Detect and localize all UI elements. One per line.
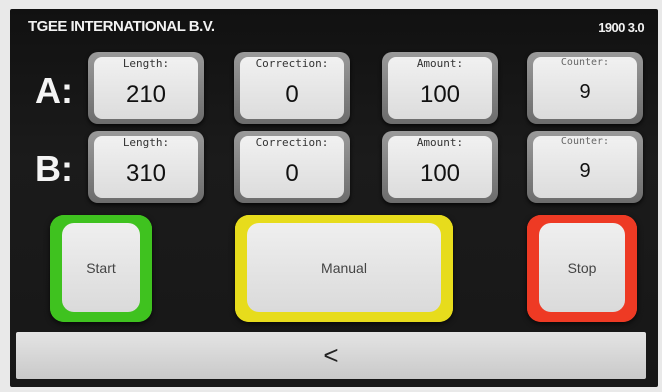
row-a-counter-field: Counter: 9: [527, 52, 643, 124]
field-value: 310: [125, 160, 167, 187]
field-value: 210: [125, 81, 167, 108]
version-label: 1900 3.0: [598, 20, 644, 35]
field-value: 100: [419, 81, 461, 108]
stop-button[interactable]: Stop: [527, 215, 637, 322]
field-value: 0: [285, 81, 299, 108]
start-button[interactable]: Start: [50, 215, 152, 322]
field-label: Correction:: [255, 136, 329, 149]
back-button[interactable]: <: [16, 332, 646, 379]
start-button-label: Start: [62, 223, 140, 312]
row-b-correction-field[interactable]: Correction: 0: [234, 131, 350, 203]
field-label: Counter:: [560, 57, 610, 68]
row-b-label: B:: [35, 148, 73, 189]
company-title: TGEE INTERNATIONAL B.V.: [28, 18, 215, 35]
row-a-correction-field[interactable]: Correction: 0: [234, 52, 350, 124]
field-value: 100: [419, 160, 461, 187]
row-b-amount-field[interactable]: Amount: 100: [382, 131, 498, 203]
field-label: Length:: [122, 136, 170, 149]
field-value: 9: [579, 81, 591, 103]
stop-button-label: Stop: [539, 223, 625, 312]
field-value: 0: [285, 160, 299, 187]
field-label: Correction:: [255, 57, 329, 70]
field-label: Amount:: [416, 57, 464, 70]
row-a-label: A:: [35, 70, 73, 111]
row-a-amount-field[interactable]: Amount: 100: [382, 52, 498, 124]
field-label: Counter:: [560, 136, 610, 147]
field-label: Length:: [122, 57, 170, 70]
row-b-counter-field: Counter: 9: [527, 131, 643, 203]
row-a-length-field[interactable]: Length: 210: [88, 52, 204, 124]
manual-button-label: Manual: [247, 223, 441, 312]
field-value: 9: [579, 160, 591, 182]
row-b-length-field[interactable]: Length: 310: [88, 131, 204, 203]
manual-button[interactable]: Manual: [235, 215, 453, 322]
field-label: Amount:: [416, 136, 464, 149]
